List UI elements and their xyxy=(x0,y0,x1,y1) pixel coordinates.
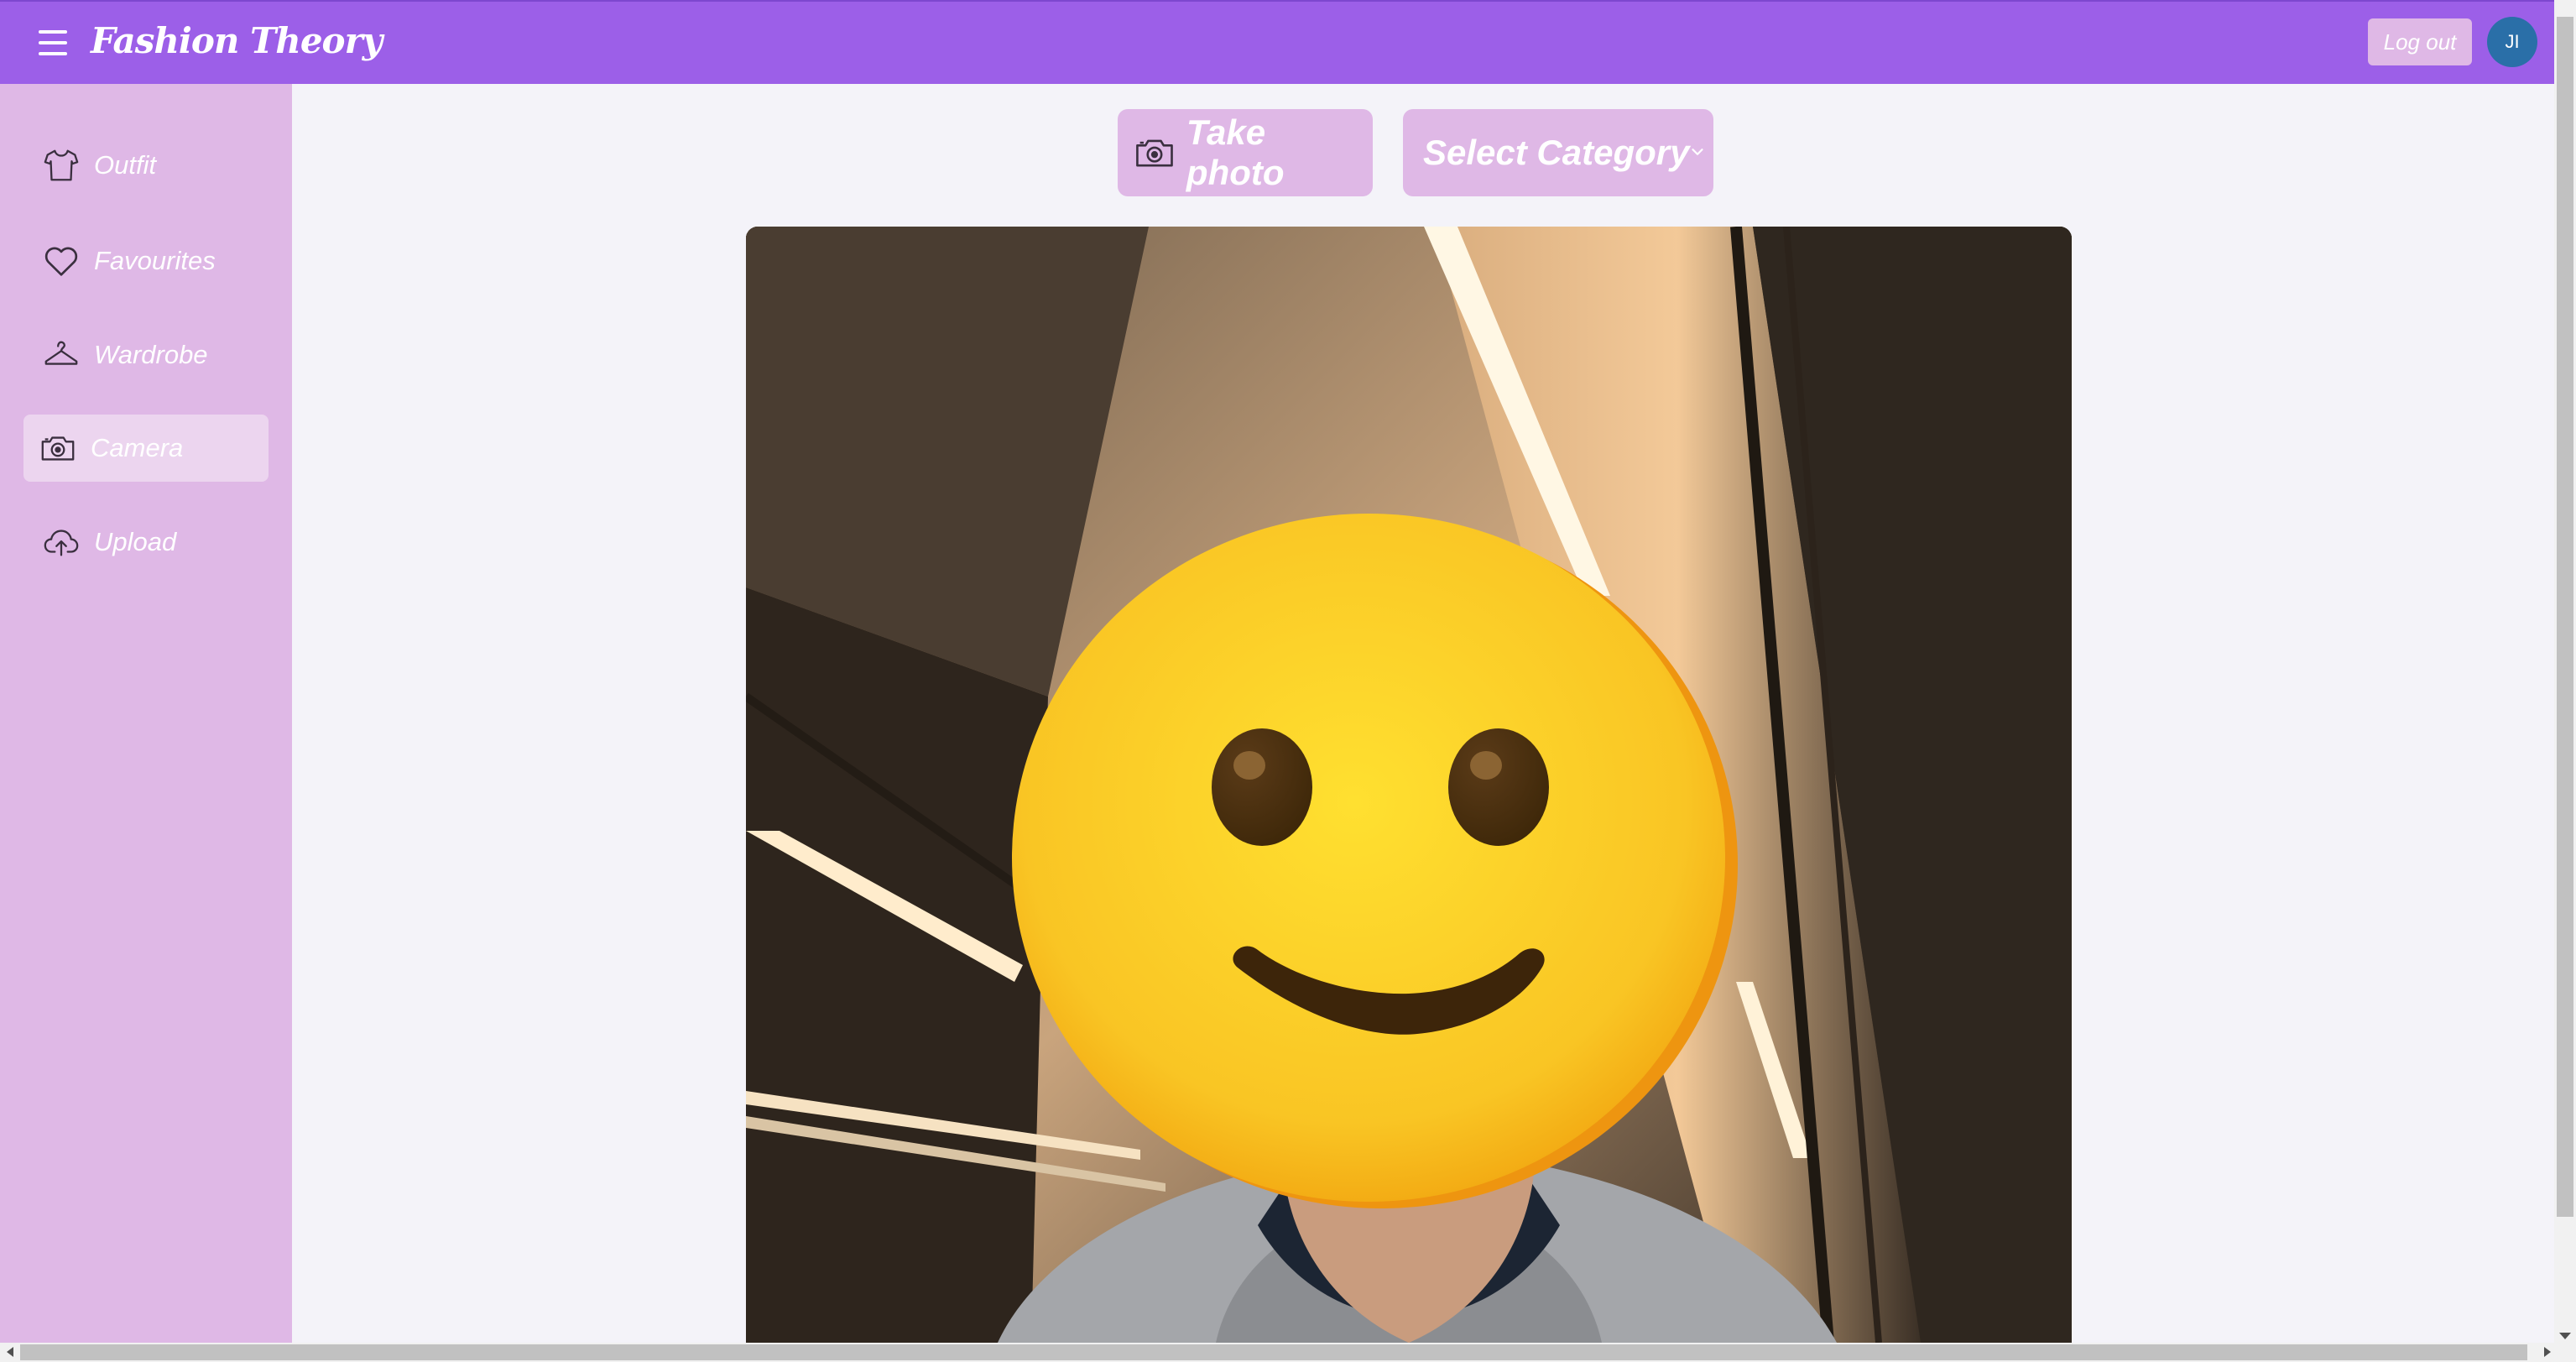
camera-preview[interactable] xyxy=(746,227,2072,1343)
category-select[interactable]: Select Category xyxy=(1403,109,1713,196)
sidebar-item-outfit[interactable]: Outfit xyxy=(23,132,269,199)
category-select-value: Select Category xyxy=(1423,133,1690,172)
camera-icon xyxy=(41,436,75,461)
scroll-right-arrow-icon[interactable] xyxy=(2544,1347,2551,1357)
sidebar-item-upload[interactable]: Upload xyxy=(23,509,269,576)
avatar[interactable]: JI xyxy=(2487,17,2537,67)
heart-icon xyxy=(44,247,78,276)
vertical-scrollbar[interactable] xyxy=(2554,0,2576,1343)
sidebar-item-label: Favourites xyxy=(94,246,216,275)
hanger-icon xyxy=(44,341,78,365)
cloud-upload-icon xyxy=(44,530,79,556)
take-photo-button[interactable]: Take photo xyxy=(1118,109,1373,196)
vertical-scrollbar-thumb[interactable] xyxy=(2557,17,2573,1217)
scroll-down-arrow-icon[interactable] xyxy=(2559,1333,2571,1339)
sidebar-item-wardrobe[interactable]: Wardrobe xyxy=(23,321,269,389)
sidebar-item-label: Camera xyxy=(91,433,184,462)
horizontal-scrollbar-thumb[interactable] xyxy=(20,1344,2527,1360)
camera-feed-image xyxy=(746,227,2072,1343)
take-photo-label: Take photo xyxy=(1186,112,1285,192)
brand-logo[interactable]: Fashion Theory xyxy=(91,20,383,61)
scroll-left-arrow-icon[interactable] xyxy=(7,1347,13,1357)
logout-button[interactable]: Log out xyxy=(2368,18,2472,65)
sidebar: Outfit Favourites Wardrobe Camera Upload xyxy=(0,84,292,1343)
shirt-icon xyxy=(44,149,79,181)
camera-icon xyxy=(1136,139,1173,167)
sidebar-item-label: Wardrobe xyxy=(94,340,208,369)
sidebar-item-label: Outfit xyxy=(94,150,157,180)
sidebar-item-label: Upload xyxy=(94,527,177,556)
sidebar-item-camera[interactable]: Camera xyxy=(23,415,269,482)
horizontal-scrollbar[interactable] xyxy=(0,1343,2576,1362)
top-bar: Fashion Theory Log out JI xyxy=(0,0,2554,84)
menu-icon[interactable] xyxy=(39,30,67,55)
chevron-down-icon xyxy=(1692,149,1703,155)
sidebar-item-favourites[interactable]: Favourites xyxy=(23,227,269,295)
